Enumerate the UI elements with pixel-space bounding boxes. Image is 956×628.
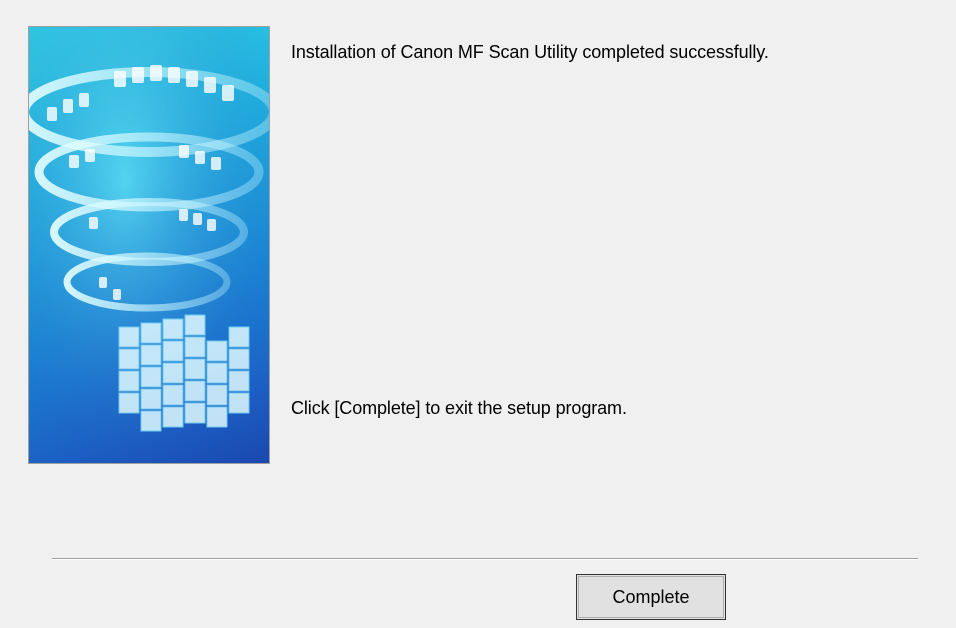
exit-instruction: Click [Complete] to exit the setup progr… <box>291 398 627 418</box>
setup-banner-image <box>28 26 270 464</box>
success-message: Installation of Canon MF Scan Utility co… <box>291 42 769 62</box>
complete-button[interactable]: Complete <box>576 574 726 620</box>
setup-complete-dialog: Installation of Canon MF Scan Utility co… <box>0 0 956 628</box>
separator-line <box>52 558 918 560</box>
